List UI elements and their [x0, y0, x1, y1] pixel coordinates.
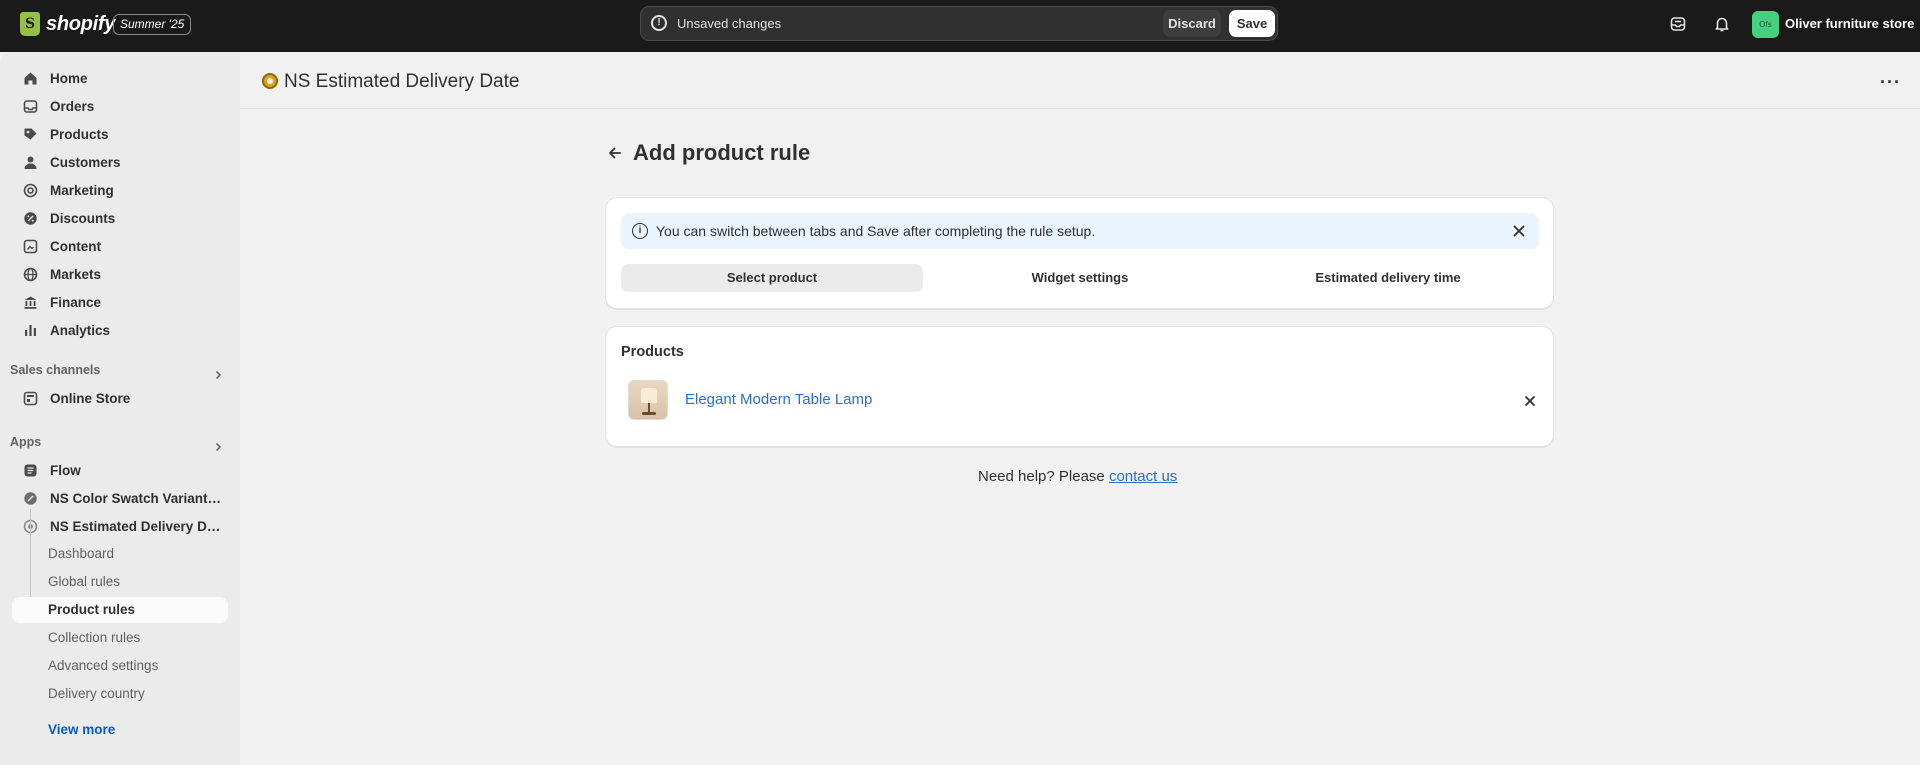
person-icon: [22, 154, 38, 170]
sidebar-item-label: Flow: [50, 462, 81, 478]
flow-icon: [22, 462, 38, 478]
sidebar-item-label: NS Color Swatch Variant I...: [50, 490, 222, 506]
sidebar-item-label: Online Store: [50, 390, 131, 406]
store-name[interactable]: Oliver furniture store: [1785, 16, 1914, 31]
sidebar-subitem-delivery-country[interactable]: Delivery country: [12, 681, 228, 707]
shopify-logo[interactable]: shopify: [20, 12, 115, 36]
sidebar-item-label: Discounts: [50, 210, 116, 226]
store-avatar[interactable]: Ofs: [1752, 11, 1779, 38]
remove-product-icon[interactable]: [1522, 393, 1538, 409]
help-text: Need help? Please contact us: [978, 468, 1177, 485]
sidebar-subitem-dashboard[interactable]: Dashboard: [12, 541, 228, 567]
contact-us-link[interactable]: contact us: [1109, 468, 1177, 485]
sidebar-item-online-store[interactable]: Online Store: [12, 385, 228, 411]
orders-icon: [22, 98, 38, 114]
sidebar-item-analytics[interactable]: Analytics: [12, 317, 228, 343]
home-icon: [22, 70, 38, 86]
more-actions-icon[interactable]: ···: [1880, 72, 1901, 93]
sidebar-item-customers[interactable]: Customers: [12, 149, 228, 175]
sidebar-item-finance[interactable]: Finance: [12, 289, 228, 315]
tab-estimated-delivery-time[interactable]: Estimated delivery time: [1237, 264, 1539, 292]
sidebar-item-markets[interactable]: Markets: [12, 261, 228, 287]
page-title: Add product rule: [633, 140, 811, 165]
close-banner-icon[interactable]: [1510, 222, 1528, 240]
sidebar-subitem-advanced-settings[interactable]: Advanced settings: [12, 653, 228, 679]
products-heading: Products: [621, 344, 684, 360]
info-icon: i: [632, 223, 648, 239]
unsaved-changes-text: Unsaved changes: [677, 16, 782, 31]
discount-icon: [22, 210, 38, 226]
view-more-link[interactable]: View more: [48, 722, 115, 737]
banner-text: You can switch between tabs and Save aft…: [656, 223, 1096, 239]
sidebar-item-home[interactable]: Home: [12, 65, 228, 91]
products-card: Products Elegant Modern Table Lamp: [605, 326, 1554, 447]
sidebar-item-discounts[interactable]: Discounts: [12, 205, 228, 231]
sidebar-item-label: Content: [50, 238, 101, 254]
content-icon: [22, 238, 38, 254]
back-arrow-icon[interactable]: [605, 143, 625, 163]
top-bar: shopify Summer '25 ! Unsaved changes Dis…: [0, 0, 1920, 52]
app-header: NS Estimated Delivery Date ···: [240, 52, 1920, 109]
sidebar-item-label: NS Estimated Delivery Date: [50, 518, 222, 534]
sidebar-item-orders[interactable]: Orders: [12, 93, 228, 119]
chevron-right-icon[interactable]: [213, 367, 223, 380]
sidebar-app-color-swatch[interactable]: NS Color Swatch Variant I...: [12, 485, 228, 511]
tab-widget-settings[interactable]: Widget settings: [929, 264, 1231, 292]
sidebar-app-flow[interactable]: Flow: [12, 457, 228, 483]
sales-channels-title[interactable]: Sales channels: [10, 363, 100, 377]
sidebar-item-label: Products: [50, 126, 109, 142]
sidebar-item-label: Home: [50, 70, 88, 86]
sidebar-app-estimated-delivery[interactable]: NS Estimated Delivery Date: [12, 513, 228, 539]
sidebar-item-marketing[interactable]: Marketing: [12, 177, 228, 203]
lamp-base: [642, 412, 656, 415]
help-prefix: Need help? Please: [978, 468, 1109, 485]
tab-select-product[interactable]: Select product: [621, 264, 923, 292]
bell-icon[interactable]: [1712, 14, 1732, 34]
tag-icon: [22, 126, 38, 142]
sidebar-subitem-global-rules[interactable]: Global rules: [12, 569, 228, 595]
sidebar-item-label: Analytics: [50, 322, 111, 338]
unsaved-changes-bar: ! Unsaved changes Discard Save: [640, 6, 1278, 41]
discard-button[interactable]: Discard: [1163, 10, 1221, 37]
inbox-icon[interactable]: [1668, 14, 1688, 34]
shopify-bag-icon: [20, 12, 40, 36]
app-title: NS Estimated Delivery Date: [284, 71, 520, 92]
bar-chart-icon: [22, 322, 38, 338]
sidebar-item-products[interactable]: Products: [12, 121, 228, 147]
sidebar-item-label: Orders: [50, 98, 95, 114]
edition-badge[interactable]: Summer '25: [113, 14, 192, 35]
sidebar-item-label: Marketing: [50, 182, 114, 198]
sidebar-subitem-collection-rules[interactable]: Collection rules: [12, 625, 228, 651]
sidebar-item-label: Customers: [50, 154, 121, 170]
apps-title[interactable]: Apps: [10, 435, 41, 449]
sidebar-subitem-product-rules[interactable]: Product rules: [12, 597, 228, 623]
rule-setup-card: i You can switch between tabs and Save a…: [605, 197, 1554, 309]
app-logo-icon: [262, 73, 278, 89]
sidebar-item-content[interactable]: Content: [12, 233, 228, 259]
product-name-link[interactable]: Elegant Modern Table Lamp: [685, 391, 872, 408]
info-banner: i You can switch between tabs and Save a…: [621, 213, 1539, 249]
product-thumbnail: [628, 380, 668, 420]
sidebar-item-label: Finance: [50, 294, 102, 310]
globe-icon: [22, 266, 38, 282]
logo-text: shopify: [46, 12, 116, 35]
save-button[interactable]: Save: [1229, 10, 1275, 37]
alert-icon: !: [651, 15, 667, 31]
swatch-icon: [22, 490, 38, 506]
bank-icon: [22, 294, 38, 310]
sidebar-item-label: Markets: [50, 266, 102, 282]
target-icon: [22, 182, 38, 198]
lamp-shade: [641, 388, 657, 403]
store-icon: [22, 390, 38, 406]
chevron-right-icon[interactable]: [213, 439, 223, 452]
